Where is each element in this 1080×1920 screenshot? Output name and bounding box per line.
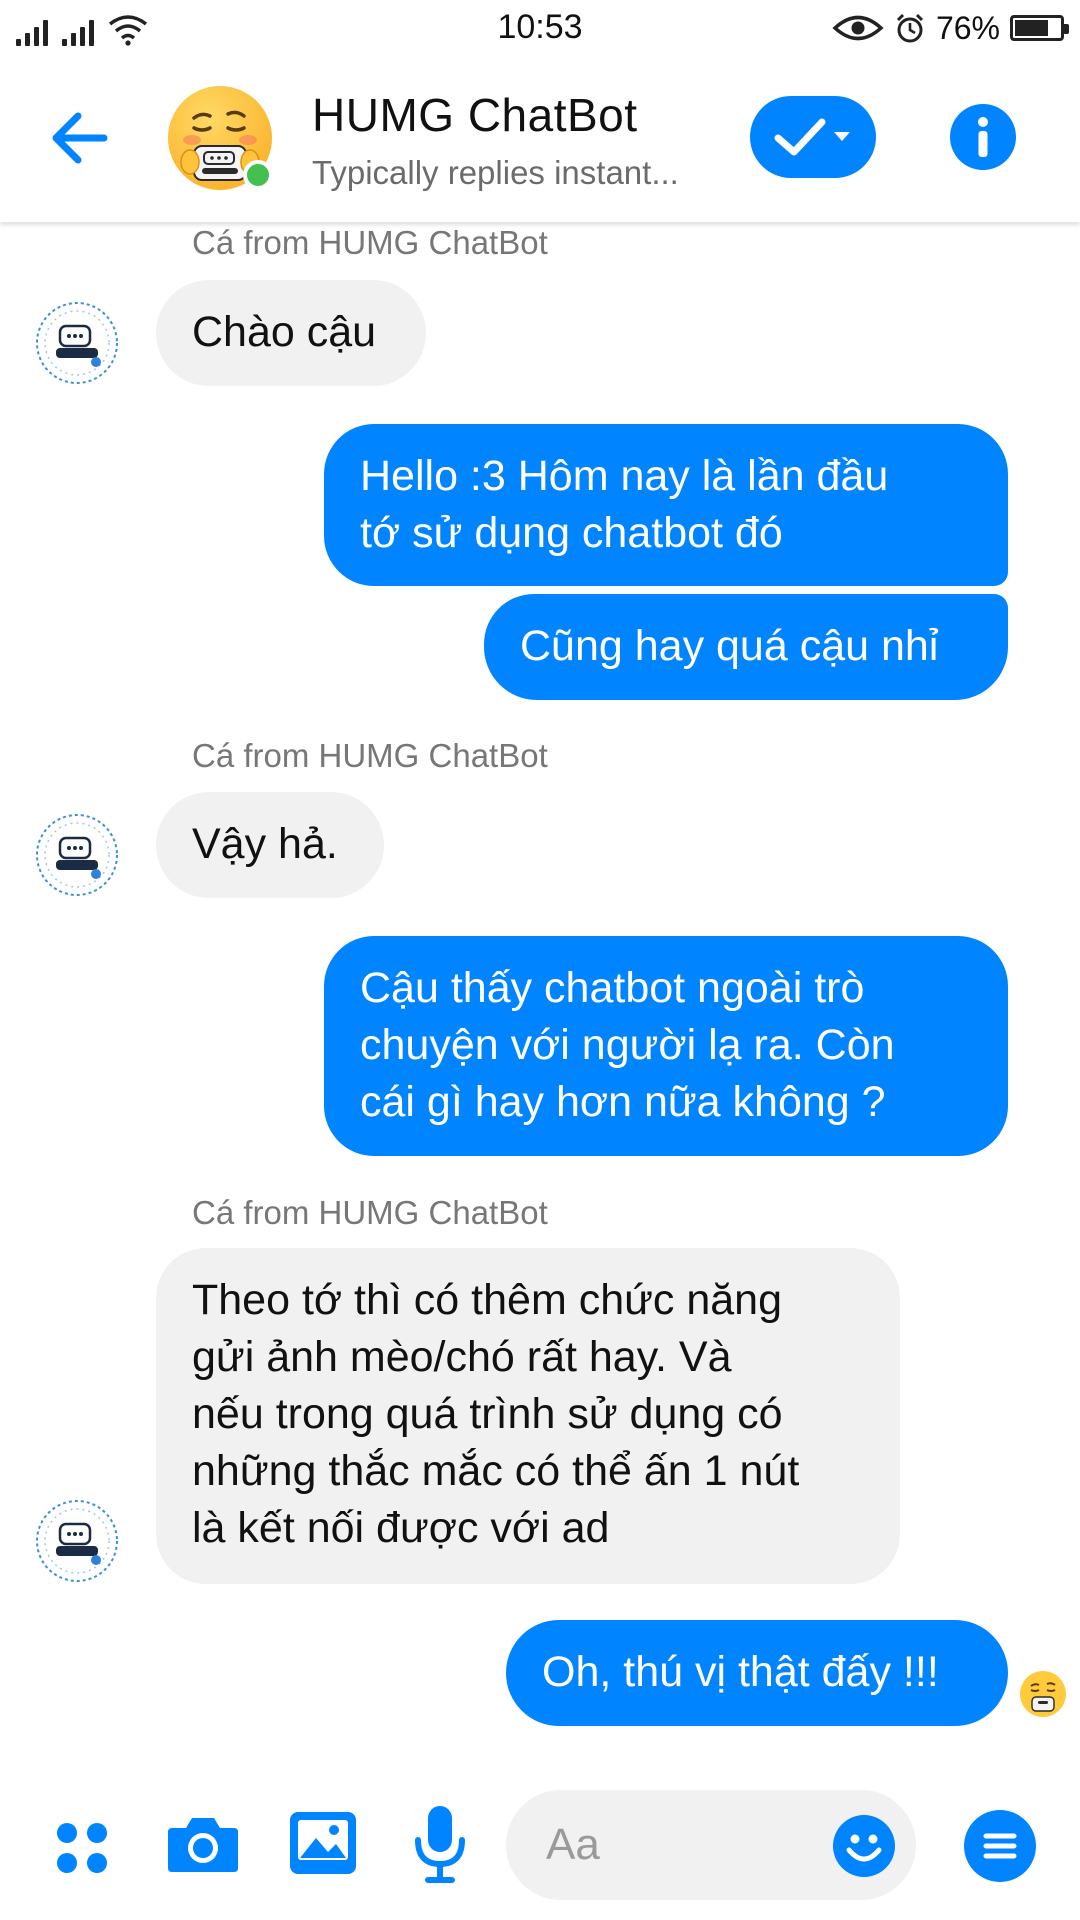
apps-icon[interactable] — [52, 1818, 116, 1882]
message-line: Chào cậu — [192, 308, 377, 356]
info-icon — [978, 117, 988, 157]
camera-icon[interactable] — [166, 1812, 240, 1876]
menu-icon — [983, 1833, 1017, 1859]
received-message[interactable]: Chào cậu — [156, 280, 426, 386]
message-line: nếu trong quá trình sử dụng có — [192, 1390, 783, 1438]
seen-avatar-icon — [1020, 1671, 1066, 1717]
arrow-left-icon[interactable] — [40, 98, 120, 178]
message-line: Vậy hả. — [192, 820, 338, 868]
sender-label: Cá from HUMG ChatBot — [192, 737, 548, 774]
check-dropdown-button[interactable] — [750, 96, 876, 178]
battery-percent: 76% — [935, 9, 1000, 46]
message-line: chuyện với người lạ ra. Còn — [360, 1021, 895, 1069]
message-composer: Aa — [0, 1770, 1080, 1920]
bot-avatar[interactable] — [34, 1498, 120, 1584]
message-line: những thắc mắc có thể ấn 1 nút — [192, 1447, 800, 1495]
message-input[interactable]: Aa — [506, 1790, 916, 1900]
sent-message[interactable]: Oh, thú vị thật đấy !!! — [506, 1620, 1008, 1726]
conversation-subtitle: Typically replies instant... — [312, 154, 679, 191]
sent-message[interactable]: Hello :3 Hôm nay là lần đầu tớ sử dụng c… — [324, 424, 1008, 586]
sent-message[interactable]: Cậu thấy chatbot ngoài trò chuyện với ng… — [324, 936, 1008, 1156]
menu-button[interactable] — [964, 1810, 1036, 1882]
message-line: Hello :3 Hôm nay là lần đầu — [360, 452, 889, 500]
bot-avatar[interactable] — [34, 812, 120, 898]
message-line: Cậu thấy chatbot ngoài trò — [360, 964, 865, 1012]
image-icon[interactable] — [288, 1810, 358, 1876]
battery-icon — [1010, 15, 1069, 41]
conversation-title[interactable]: HUMG ChatBot — [312, 88, 638, 142]
online-status-dot — [243, 160, 273, 190]
emoji-icon[interactable] — [832, 1814, 896, 1878]
sent-message[interactable]: Cũng hay quá cậu nhỉ — [484, 594, 1008, 700]
sender-label: Cá from HUMG ChatBot — [192, 1194, 548, 1231]
message-line: Theo tớ thì có thêm chức năng — [192, 1276, 783, 1324]
microphone-icon[interactable] — [412, 1804, 468, 1884]
message-line: gửi ảnh mèo/chó rất hay. Và — [192, 1333, 732, 1381]
message-line: Oh, thú vị thật đấy !!! — [542, 1648, 939, 1696]
message-line: Cũng hay quá cậu nhỉ — [520, 622, 939, 670]
message-input-placeholder: Aa — [546, 1820, 600, 1869]
conversation-header: HUMG ChatBot Typically replies instant..… — [0, 56, 1080, 222]
status-right: 76% — [832, 8, 1069, 48]
message-line: cái gì hay hơn nữa không ? — [360, 1078, 886, 1126]
info-button[interactable] — [950, 104, 1016, 170]
message-line: là kết nối được với ad — [192, 1504, 610, 1552]
eye-icon — [832, 15, 884, 41]
status-bar: 10:53 76% — [0, 0, 1080, 56]
alarm-icon — [896, 13, 924, 43]
sender-label: Cá from HUMG ChatBot — [192, 224, 548, 261]
bot-avatar[interactable] — [34, 300, 120, 386]
message-line: tớ sử dụng chatbot đó — [360, 509, 783, 557]
received-message[interactable]: Vậy hả. — [156, 792, 384, 898]
check-dropdown-icon — [774, 118, 850, 156]
received-message[interactable]: Theo tớ thì có thêm chức năng gửi ảnh mè… — [156, 1248, 900, 1584]
